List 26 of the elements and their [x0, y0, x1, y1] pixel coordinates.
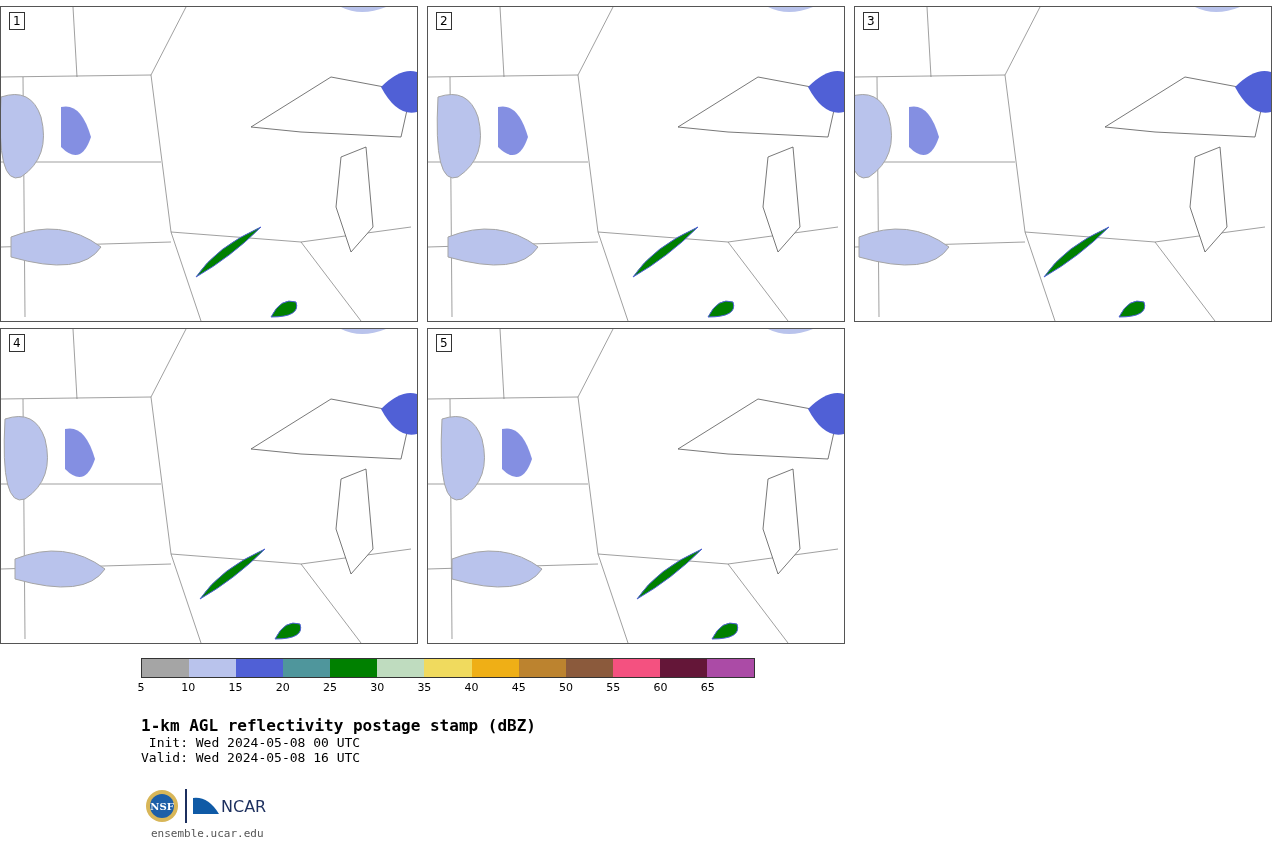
init-time: Init: Wed 2024-05-08 00 UTC — [147, 735, 362, 750]
panel-number: 4 — [9, 334, 25, 352]
panel-number: 1 — [9, 12, 25, 30]
divider-line — [185, 789, 187, 823]
tick-label: 65 — [700, 681, 715, 694]
logo-wordmark: NCAR — [221, 796, 267, 816]
chart-title: 1-km AGL reflectivity postage stamp (dBZ) — [141, 716, 537, 735]
valid-time: Valid: Wed 2024-05-08 16 UTC — [141, 750, 362, 765]
tick-label: 30 — [370, 681, 385, 694]
tick-label: 45 — [511, 681, 526, 694]
tick-label: 15 — [228, 681, 243, 694]
tick-label: 25 — [322, 681, 337, 694]
tick-label: 50 — [559, 681, 574, 694]
tick-label: 10 — [181, 681, 196, 694]
panel-number: 2 — [436, 12, 452, 30]
tick-label: 35 — [417, 681, 432, 694]
site-url: ensemble.ucar.edu — [151, 827, 265, 840]
tick-label: 60 — [653, 681, 668, 694]
seal-logo: NSF — [145, 789, 179, 823]
tick-label: 5 — [137, 681, 145, 694]
tick-label: 20 — [275, 681, 290, 694]
swoosh-icon — [193, 796, 219, 816]
panel-number: 3 — [863, 12, 879, 30]
tick-label: 55 — [606, 681, 621, 694]
tick-label: 40 — [464, 681, 479, 694]
panel-number: 5 — [436, 334, 452, 352]
